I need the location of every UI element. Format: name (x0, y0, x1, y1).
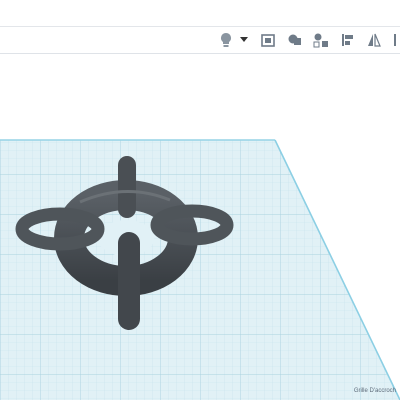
workplane-icon[interactable] (258, 30, 278, 50)
ungroup-icon[interactable] (311, 30, 331, 50)
top-bar (0, 0, 400, 27)
toolbar (0, 27, 400, 54)
grid-snap-label[interactable]: Grille D'accroch (354, 388, 396, 394)
light-bulb-icon[interactable] (216, 30, 236, 50)
workspace-canvas[interactable]: Grille D'accroch (0, 54, 400, 400)
group-icon[interactable] (285, 30, 305, 50)
mirror-icon[interactable] (364, 30, 384, 50)
work-plane-grid (0, 139, 400, 400)
more-icon[interactable] (388, 30, 400, 50)
align-icon[interactable] (338, 30, 358, 50)
dropdown-arrow-icon[interactable] (238, 30, 250, 50)
workplane-scene[interactable] (0, 54, 400, 400)
